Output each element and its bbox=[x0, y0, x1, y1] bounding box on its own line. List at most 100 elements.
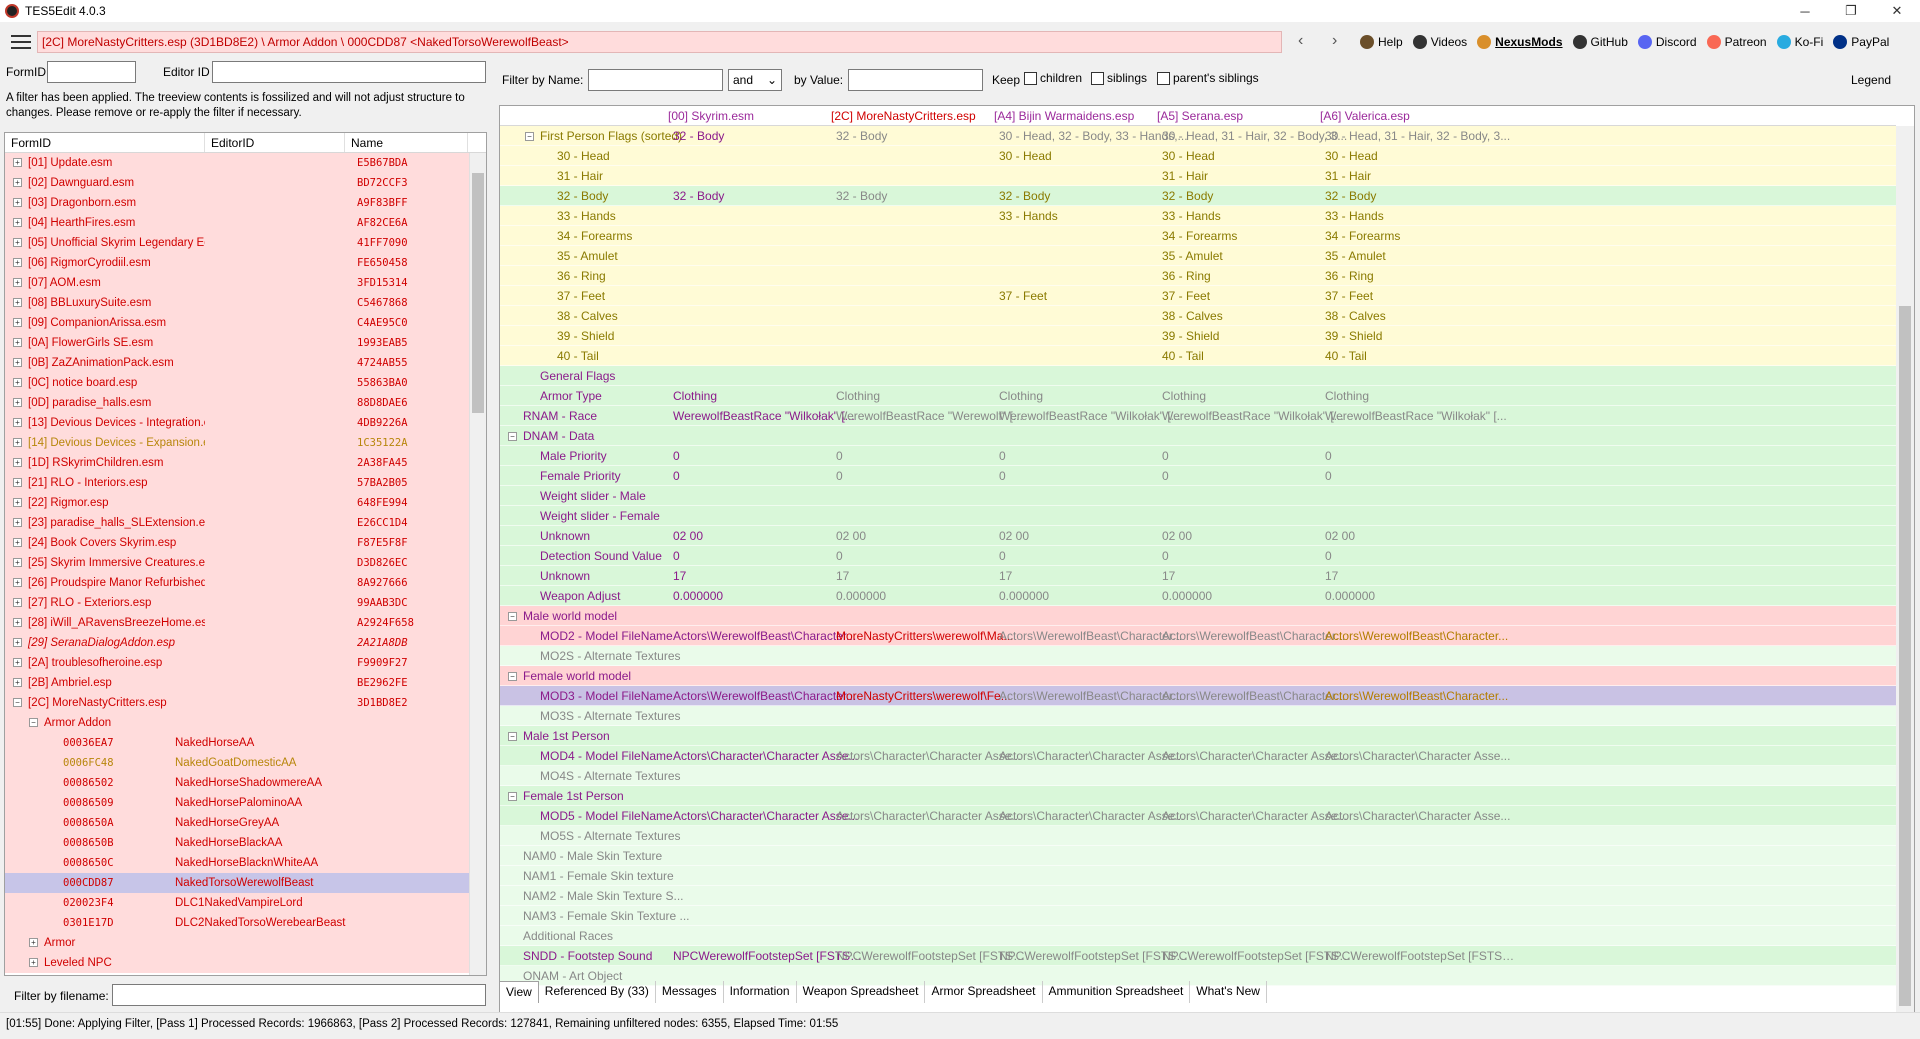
and-select[interactable]: and ⌄ bbox=[728, 69, 782, 91]
expand-icon[interactable]: + bbox=[13, 638, 22, 648]
collapse-icon[interactable]: − bbox=[525, 132, 534, 142]
view-row[interactable]: 31 - Hair 31 - Hair 31 - Hair bbox=[500, 166, 1896, 186]
formid-input[interactable] bbox=[47, 61, 136, 83]
view-row[interactable]: NAM2 - Male Skin Texture S... bbox=[500, 886, 1896, 906]
expand-icon[interactable]: + bbox=[13, 618, 22, 628]
tree-group-row[interactable]: + Armor bbox=[5, 933, 486, 953]
collapse-icon[interactable]: − bbox=[29, 718, 38, 728]
expand-icon[interactable]: + bbox=[29, 938, 38, 948]
view-row[interactable]: 37 - Feet 37 - Feet 37 - Feet 37 - Feet bbox=[500, 286, 1896, 306]
tree-row[interactable]: + [04] HearthFires.esm AF82CE6A bbox=[5, 213, 486, 233]
view-row[interactable]: MOD2 - Model FileName Actors\WerewolfBeas… bbox=[500, 626, 1896, 646]
view-row[interactable]: 33 - Hands 33 - Hands 33 - Hands 33 - Hands bbox=[500, 206, 1896, 226]
link-nexusmods[interactable]: NexusMods bbox=[1477, 35, 1563, 49]
view-row[interactable]: Unknown 02 00 02 00 02 00 02 00 02 00 bbox=[500, 526, 1896, 546]
collapse-icon[interactable]: − bbox=[508, 612, 517, 622]
view-row[interactable]: − DNAM - Data bbox=[500, 426, 1896, 446]
view-row[interactable]: − Female world model bbox=[500, 666, 1896, 686]
tree-row[interactable]: + [2A] troublesofheroine.esp F9909F27 bbox=[5, 653, 486, 673]
tree-row[interactable]: + [21] RLO - Interiors.esp 57BA2B05 bbox=[5, 473, 486, 493]
column-header[interactable]: [2C] MoreNastyCritters.esp bbox=[831, 109, 976, 123]
expand-icon[interactable]: + bbox=[13, 378, 22, 388]
tree-row[interactable]: + [0C] notice board.esp 55863BA0 bbox=[5, 373, 486, 393]
tree-row[interactable]: + [2B] Ambriel.esp BE2962FE bbox=[5, 673, 486, 693]
tree-row[interactable]: + [28] iWill_ARavensBreezeHome.esp A2924F6… bbox=[5, 613, 486, 633]
tree-row[interactable]: + [0B] ZaZAnimationPack.esm 4724AB55 bbox=[5, 353, 486, 373]
tree-row[interactable]: + [0A] FlowerGirls SE.esm 1993EAB5 bbox=[5, 333, 486, 353]
tree-row[interactable]: + [03] Dragonborn.esm A9F83BFF bbox=[5, 193, 486, 213]
view-row[interactable]: Additional Races bbox=[500, 926, 1896, 946]
view-row[interactable]: MO3S - Alternate Textures bbox=[500, 706, 1896, 726]
col-editorid[interactable]: EditorID bbox=[205, 133, 345, 152]
tree-record-row[interactable]: 0008650C NakedHorseBlacknWhiteAA bbox=[5, 853, 486, 873]
view-row[interactable]: Male Priority 0 0 0 0 0 bbox=[500, 446, 1896, 466]
tab-weapon-spreadsheet[interactable]: Weapon Spreadsheet bbox=[797, 981, 926, 1003]
expand-icon[interactable]: + bbox=[13, 558, 22, 568]
record-path[interactable]: [2C] MoreNastyCritters.esp (3D1BD8E2) \ … bbox=[37, 31, 1282, 53]
view-row[interactable]: General Flags bbox=[500, 366, 1896, 386]
filter-value-input[interactable] bbox=[848, 69, 983, 91]
tree-row[interactable]: + [29] SeranaDialogAddon.esp 2A21A8DB bbox=[5, 633, 486, 653]
view-row[interactable]: 34 - Forearms 34 - Forearms 34 - Forearms bbox=[500, 226, 1896, 246]
record-tree[interactable]: FormID EditorID Name + [01] Update.esm E5B… bbox=[4, 132, 487, 976]
link-help[interactable]: Help bbox=[1360, 35, 1403, 49]
view-row[interactable]: MOD3 - Model FileName Actors\WerewolfBeas… bbox=[500, 686, 1896, 706]
view-row[interactable]: NAM3 - Female Skin Texture ... bbox=[500, 906, 1896, 926]
tree-row[interactable]: + [06] RigmorCyrodiil.esm FE650458 bbox=[5, 253, 486, 273]
view-row[interactable]: − Male 1st Person bbox=[500, 726, 1896, 746]
parents-siblings-checkbox[interactable]: parent's siblings bbox=[1157, 71, 1259, 86]
tree-row[interactable]: + [09] CompanionArissa.esm C4AE95C0 bbox=[5, 313, 486, 333]
expand-icon[interactable]: + bbox=[13, 418, 22, 428]
tree-row[interactable]: + [27] RLO - Exteriors.esp 99AAB3DC bbox=[5, 593, 486, 613]
editorid-input[interactable] bbox=[212, 61, 486, 83]
view-row[interactable]: Unknown 17 17 17 17 17 bbox=[500, 566, 1896, 586]
expand-icon[interactable]: + bbox=[13, 338, 22, 348]
view-row[interactable]: − Male world model bbox=[500, 606, 1896, 626]
view-row[interactable]: MOD5 - Model FileName Actors\Character\Ch… bbox=[500, 806, 1896, 826]
expand-icon[interactable]: + bbox=[29, 958, 38, 968]
tree-scrollbar[interactable] bbox=[469, 153, 486, 975]
tree-row[interactable]: − [2C] MoreNastyCritters.esp 3D1BD8E2 bbox=[5, 693, 486, 713]
tree-row[interactable]: + [23] paradise_halls_SLExtension.esp E26C… bbox=[5, 513, 486, 533]
expand-icon[interactable]: + bbox=[13, 318, 22, 328]
tree-row[interactable]: + [14] Devious Devices - Expansion.esm 1C3… bbox=[5, 433, 486, 453]
tree-record-row[interactable]: 020023F4 DLC1NakedVampireLord bbox=[5, 893, 486, 913]
expand-icon[interactable]: + bbox=[13, 298, 22, 308]
tab-information[interactable]: Information bbox=[724, 981, 797, 1003]
view-row[interactable]: Detection Sound Value 0 0 0 0 0 bbox=[500, 546, 1896, 566]
column-header[interactable]: [00] Skyrim.esm bbox=[668, 109, 754, 123]
view-row[interactable]: − Female 1st Person bbox=[500, 786, 1896, 806]
expand-icon[interactable]: + bbox=[13, 238, 22, 248]
tree-row[interactable]: + [1D] RSkyrimChildren.esm 2A38FA45 bbox=[5, 453, 486, 473]
view-row[interactable]: 38 - Calves 38 - Calves 38 - Calves bbox=[500, 306, 1896, 326]
view-row[interactable]: SNDD - Footstep Sound NPCWerewolfFootstep… bbox=[500, 946, 1896, 966]
tree-row[interactable]: + [01] Update.esm E5B67BDA bbox=[5, 153, 486, 173]
collapse-icon[interactable]: − bbox=[508, 432, 517, 442]
tree-row[interactable]: + [0D] paradise_halls.esm 88D8DAE6 bbox=[5, 393, 486, 413]
link-ko-fi[interactable]: Ko-Fi bbox=[1776, 35, 1823, 49]
expand-icon[interactable]: + bbox=[13, 658, 22, 668]
expand-icon[interactable]: + bbox=[13, 218, 22, 228]
tab-referenced-by-33[interactable]: Referenced By (33) bbox=[539, 981, 656, 1003]
view-row[interactable]: − First Person Flags (sorted) 32 - Body 32 … bbox=[500, 126, 1896, 146]
expand-icon[interactable]: + bbox=[13, 398, 22, 408]
tree-record-row[interactable]: 0008650A NakedHorseGreyAA bbox=[5, 813, 486, 833]
expand-icon[interactable]: + bbox=[13, 158, 22, 168]
view-row[interactable]: RNAM - Race WerewolfBeastRace "Wilkołak" … bbox=[500, 406, 1896, 426]
tree-row[interactable]: + [07] AOM.esm 3FD15314 bbox=[5, 273, 486, 293]
view-row[interactable]: 39 - Shield 39 - Shield 39 - Shield bbox=[500, 326, 1896, 346]
children-checkbox[interactable]: children bbox=[1024, 71, 1082, 86]
expand-icon[interactable]: + bbox=[13, 178, 22, 188]
expand-icon[interactable]: + bbox=[13, 538, 22, 548]
collapse-icon[interactable]: − bbox=[508, 732, 517, 742]
column-header[interactable]: [A5] Serana.esp bbox=[1157, 109, 1243, 123]
record-view[interactable]: [00] Skyrim.esm [2C] MoreNastyCritters.es… bbox=[499, 105, 1915, 1035]
view-row[interactable]: 35 - Amulet 35 - Amulet 35 - Amulet bbox=[500, 246, 1896, 266]
view-row[interactable]: Weight slider - Female bbox=[500, 506, 1896, 526]
forward-button[interactable]: › bbox=[1332, 32, 1337, 50]
tree-group-row[interactable]: − Armor Addon bbox=[5, 713, 486, 733]
view-row[interactable]: Weight slider - Male bbox=[500, 486, 1896, 506]
expand-icon[interactable]: + bbox=[13, 458, 22, 468]
tree-record-row[interactable]: 00086502 NakedHorseShadowmereAA bbox=[5, 773, 486, 793]
expand-icon[interactable]: + bbox=[13, 258, 22, 268]
